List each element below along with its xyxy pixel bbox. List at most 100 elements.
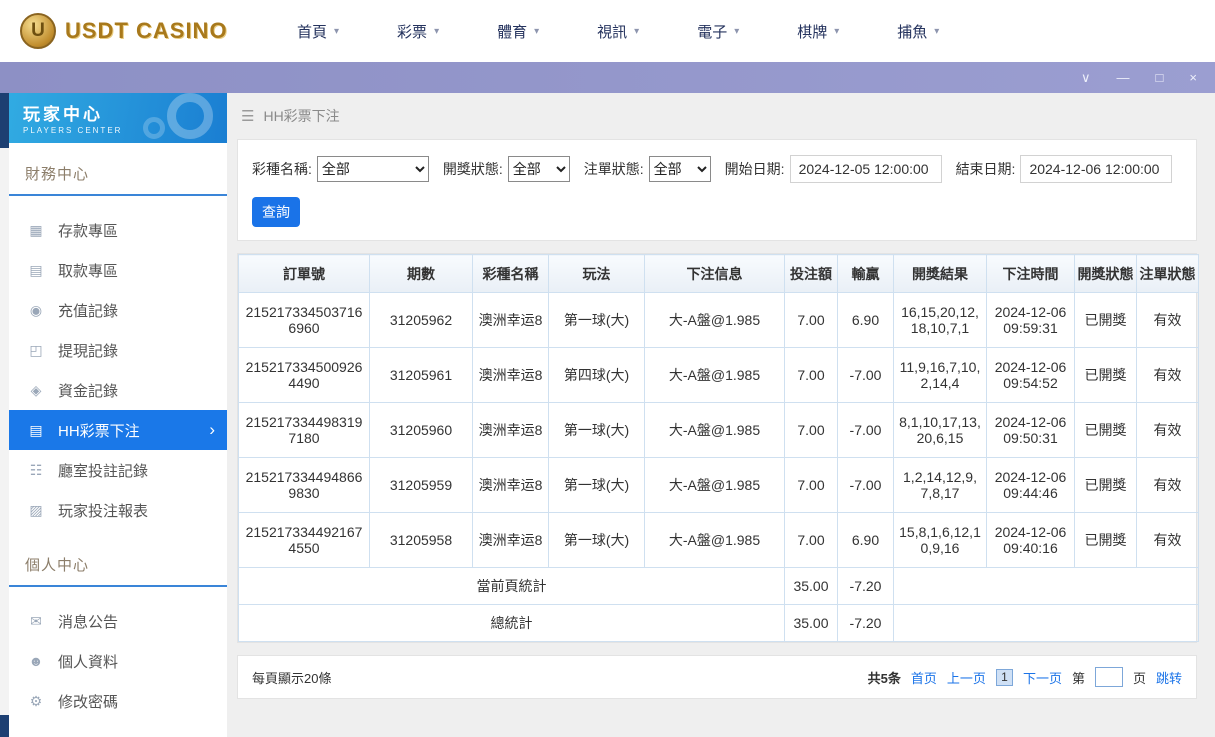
lottery-name-select[interactable]: 全部 xyxy=(316,156,429,182)
prev-page-link[interactable]: 上一页 xyxy=(947,668,986,687)
chevron-down-icon: ▾ xyxy=(934,25,940,37)
cell-result: 15,8,1,6,12,10,9,16 xyxy=(893,512,987,568)
end-date-input[interactable] xyxy=(1020,155,1173,183)
column-header: 訂單號 xyxy=(238,254,370,293)
sidebar-item-label: 玩家投注報表 xyxy=(58,502,149,520)
cell-draw_status: 已開獎 xyxy=(1074,512,1137,568)
sidebar-item-label: 廳室投註記錄 xyxy=(58,462,149,480)
nav-item-sports[interactable]: 體育 ▾ xyxy=(497,21,539,42)
cell-play: 第一球(大) xyxy=(548,292,645,348)
sidebar-item-withdrawal-record[interactable]: ◰提現記錄› xyxy=(9,330,227,370)
sidebar-item-hh-lottery-bet[interactable]: ▤ HH彩票下注 › xyxy=(9,410,227,450)
sidebar-item-funds-record[interactable]: ◈資金記錄› xyxy=(9,370,227,410)
cell-lottery: 澳洲幸运8 xyxy=(472,457,549,513)
grand-total-label: 總統計 xyxy=(238,604,785,642)
cell-amount: 7.00 xyxy=(784,512,838,568)
cell-time: 2024-12-06 09:50:31 xyxy=(986,402,1075,458)
sidebar-item-label: 存款專區 xyxy=(58,222,119,240)
page-total-label: 當前頁統計 xyxy=(238,567,785,605)
nav-item-electronic[interactable]: 電子 ▾ xyxy=(697,21,739,42)
gear-icon: ⚙ xyxy=(29,692,43,709)
table-row: 2152173344983197180 31205960 澳洲幸运8 第一球(大) 大-… xyxy=(238,402,1199,458)
nav-item-lottery[interactable]: 彩票 ▾ xyxy=(397,21,439,42)
sidebar: 玩家中心 PLAYERS CENTER 財務中心▦存款專區›▤取款專區›◉充值記… xyxy=(9,93,227,737)
cell-order_no: 2152173344921674550 xyxy=(238,512,370,568)
cell-draw_status: 已開獎 xyxy=(1074,402,1137,458)
main-area: 玩家中心 PLAYERS CENTER 財務中心▦存款專區›▤取款專區›◉充值記… xyxy=(0,93,1215,737)
content-area: ☰ HH彩票下注 彩種名稱: 全部 開獎狀態: 全部 注單狀態: 全部 開始日期… xyxy=(227,93,1215,737)
nav-item-board-games[interactable]: 棋牌 ▾ xyxy=(797,21,839,42)
sidebar-item-label: 提現記錄 xyxy=(58,342,119,360)
table-row: 2152173344948669830 31205959 澳洲幸运8 第一球(大) 大-… xyxy=(238,457,1199,513)
close-icon[interactable]: × xyxy=(1189,71,1197,84)
chevron-down-icon: ▾ xyxy=(534,25,540,37)
lottery-bet-icon: ▤ xyxy=(29,421,43,438)
logo[interactable]: U USDT CASINO xyxy=(20,13,255,49)
sidebar-item-player-bet-report[interactable]: ▨玩家投注報表› xyxy=(9,490,227,530)
withdraw-icon: ▤ xyxy=(29,261,43,278)
minimize-icon[interactable]: — xyxy=(1117,71,1130,84)
sidebar-item-announcements[interactable]: ✉消息公告› xyxy=(9,601,227,641)
draw-status-select[interactable]: 全部 xyxy=(507,156,570,182)
nav-item-home[interactable]: 首頁 ▾ xyxy=(297,21,339,42)
nav-item-fishing[interactable]: 捕魚 ▾ xyxy=(897,21,939,42)
page-total-amount: 35.00 xyxy=(784,567,838,605)
column-header: 開獎結果 xyxy=(893,254,987,293)
logo-text: USDT CASINO xyxy=(65,18,228,43)
first-page-link[interactable]: 首页 xyxy=(911,668,937,687)
order-status-select[interactable]: 全部 xyxy=(648,156,711,182)
jump-link[interactable]: 跳转 xyxy=(1156,668,1182,687)
hamburger-menu-icon[interactable]: ☰ xyxy=(241,107,254,125)
top-navigation: U USDT CASINO 首頁 ▾ 彩票 ▾ 體育 ▾ 視訊 ▾ 電子 ▾ 棋牌 ▾ 捕魚 ▾ xyxy=(0,0,1215,62)
start-date-input[interactable] xyxy=(789,155,942,183)
cell-draw_status: 已開獎 xyxy=(1074,292,1137,348)
cell-period: 31205958 xyxy=(369,512,473,568)
sidebar-item-deposit[interactable]: ▦存款專區› xyxy=(9,210,227,250)
current-page-indicator[interactable]: 1 xyxy=(995,668,1013,686)
page-total-win-loss: -7.20 xyxy=(837,567,894,605)
cell-win_loss: -7.00 xyxy=(837,402,894,458)
top-nav: 首頁 ▾ 彩票 ▾ 體育 ▾ 視訊 ▾ 電子 ▾ 棋牌 ▾ 捕魚 ▾ xyxy=(297,21,939,42)
sidebar-item-room-bet-records[interactable]: ☷廳室投註記錄› xyxy=(9,450,227,490)
table-row: 2152173345037166960 31205962 澳洲幸运8 第一球(大) 大-… xyxy=(238,292,1199,348)
chevron-right-icon: › xyxy=(209,420,215,439)
column-header: 注單狀態 xyxy=(1136,254,1199,293)
grand-total-amount: 35.00 xyxy=(784,604,838,642)
cell-amount: 7.00 xyxy=(784,457,838,513)
nav-item-video[interactable]: 視訊 ▾ xyxy=(597,21,639,42)
sidebar-item-profile[interactable]: ☻個人資料› xyxy=(9,641,227,681)
page-prefix-label: 第 xyxy=(1071,670,1085,686)
cell-bet_info: 大-A盤@1.985 xyxy=(644,292,785,348)
bet-records-table: 訂單號 期數 彩種名稱 玩法 下注信息 投注額 輸贏 開獎結果 下注時間 開獎狀態 注單狀態 215… xyxy=(238,254,1199,642)
collapse-icon[interactable]: ∨ xyxy=(1081,71,1091,84)
pagination-bar: 每頁顯示20條 共5条 首页 上一页 1 下一页 第 页 跳转 xyxy=(237,655,1197,699)
nav-item-label: 棋牌 xyxy=(797,23,828,41)
end-date-label: 結束日期: xyxy=(955,161,1016,177)
person-icon: ☻ xyxy=(28,653,44,669)
sidebar-item-withdraw[interactable]: ▤取款專區› xyxy=(9,250,227,290)
sidebar-item-change-password[interactable]: ⚙修改密碼› xyxy=(9,681,227,721)
cell-result: 11,9,16,7,10,2,14,4 xyxy=(893,347,987,403)
cell-period: 31205962 xyxy=(369,292,473,348)
column-header: 投注額 xyxy=(784,254,838,293)
sidebar-item-label: 消息公告 xyxy=(58,613,119,631)
cell-bet_info: 大-A盤@1.985 xyxy=(644,347,785,403)
table-body: 2152173345037166960 31205962 澳洲幸运8 第一球(大) 大-… xyxy=(238,292,1199,642)
sidebar-item-label: 資金記錄 xyxy=(58,382,119,400)
sidebar-section-items: ✉消息公告›☻個人資料›⚙修改密碼› xyxy=(9,587,227,725)
lottery-name-label: 彩種名稱: xyxy=(252,161,312,177)
sidebar-section-title: 財務中心 xyxy=(9,157,227,196)
sidebar-item-recharge-record[interactable]: ◉充值記錄› xyxy=(9,290,227,330)
sidebar-menu: 財務中心 ▦存款專區›▤取款專區›◉充值記錄›◰提現記錄›◈資金記錄›▤HH彩票下… xyxy=(9,157,227,737)
cell-win_loss: -7.00 xyxy=(837,347,894,403)
maximize-icon[interactable]: □ xyxy=(1156,71,1164,84)
next-page-link[interactable]: 下一页 xyxy=(1023,668,1062,687)
cell-lottery: 澳洲幸运8 xyxy=(472,347,549,403)
column-header: 玩法 xyxy=(548,254,645,293)
search-button[interactable]: 查詢 xyxy=(252,197,300,227)
bet-records-table-panel: 訂單號 期數 彩種名稱 玩法 下注信息 投注額 輸贏 開獎結果 下注時間 開獎狀態 注單狀態 215… xyxy=(237,253,1199,643)
cell-order_no: 2152173345037166960 xyxy=(238,292,370,348)
page-number-input[interactable] xyxy=(1094,667,1123,687)
cell-order_no: 2152173344948669830 xyxy=(238,457,370,513)
cell-result: 16,15,20,12,18,10,7,1 xyxy=(893,292,987,348)
